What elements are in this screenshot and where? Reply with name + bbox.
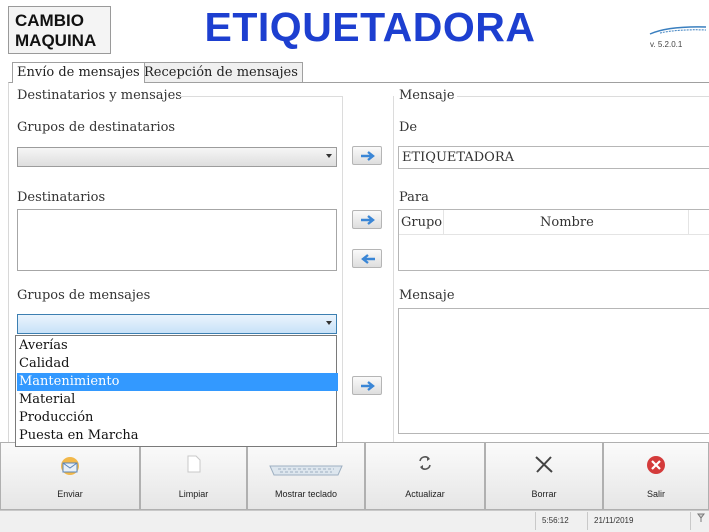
send-envelope-icon xyxy=(61,457,79,475)
network-icon xyxy=(690,512,709,530)
remove-recipient-button[interactable] xyxy=(352,249,382,268)
dropdown-option-mantenimiento[interactable]: Mantenimiento xyxy=(17,373,338,391)
group-border xyxy=(457,96,709,97)
message-groups-combobox[interactable] xyxy=(17,314,337,334)
recipients-group-title: Destinatarios y mensajes xyxy=(17,88,182,103)
add-recipient-button[interactable] xyxy=(352,210,382,229)
message-textarea[interactable] xyxy=(398,308,709,434)
change-machine-button[interactable]: CAMBIO MAQUINA xyxy=(8,6,111,54)
arrow-right-icon xyxy=(361,215,375,225)
group-border xyxy=(342,96,343,442)
arrow-right-icon xyxy=(361,381,375,391)
grid-header-border xyxy=(399,234,709,235)
message-label: Mensaje xyxy=(399,288,455,303)
chevron-down-icon xyxy=(326,321,332,325)
send-button-label: Enviar xyxy=(57,489,83,499)
group-border xyxy=(393,96,394,442)
tab-send-messages[interactable]: Envío de mensajes xyxy=(12,62,145,83)
from-label: De xyxy=(399,120,418,135)
dropdown-option-produccion[interactable]: Producción xyxy=(17,409,338,427)
recipient-groups-combobox[interactable] xyxy=(17,147,337,167)
refresh-button[interactable]: Actualizar xyxy=(365,442,485,510)
version-label: v. 5.2.0.1 xyxy=(650,40,683,49)
group-border xyxy=(180,96,342,97)
change-machine-line2: MAQUINA xyxy=(15,31,97,50)
dropdown-option-puesta-en-marcha[interactable]: Puesta en Marcha xyxy=(17,427,338,445)
dropdown-option-averias[interactable]: Averías xyxy=(17,337,338,355)
message-groups-label: Grupos de mensajes xyxy=(17,288,151,303)
to-label: Para xyxy=(399,190,429,205)
delete-x-icon xyxy=(535,456,553,473)
exit-button[interactable]: Salir xyxy=(603,442,709,510)
status-date: 21/11/2019 xyxy=(587,512,667,530)
chevron-down-icon xyxy=(326,154,332,158)
app-title: ETIQUETADORA xyxy=(204,4,536,50)
status-time: 5:56:12 xyxy=(535,512,587,530)
column-header-grupo[interactable]: Grupo xyxy=(401,215,442,230)
delete-button[interactable]: Borrar xyxy=(485,442,603,510)
exit-button-label: Salir xyxy=(646,489,665,499)
arrow-left-icon xyxy=(361,254,375,264)
refresh-button-label: Actualizar xyxy=(405,489,445,499)
add-message-button[interactable] xyxy=(352,376,382,395)
recipient-groups-label: Grupos de destinatarios xyxy=(17,120,176,135)
tab-receive-messages[interactable]: Recepción de mensajes xyxy=(139,62,303,82)
message-group-title: Mensaje xyxy=(399,88,455,103)
show-keyboard-label: Mostrar teclado xyxy=(274,489,338,499)
dropdown-option-calidad[interactable]: Calidad xyxy=(17,355,338,373)
send-button[interactable]: Enviar xyxy=(0,442,140,510)
delete-button-label: Borrar xyxy=(531,489,557,499)
column-divider xyxy=(443,210,444,234)
clear-button[interactable]: Limpiar xyxy=(140,442,247,510)
change-machine-line1: CAMBIO xyxy=(15,11,84,30)
clear-button-label: Limpiar xyxy=(178,489,209,499)
recipients-label: Destinatarios xyxy=(17,190,106,205)
show-keyboard-button[interactable]: Mostrar teclado xyxy=(247,442,365,510)
exit-red-x-icon xyxy=(647,456,665,474)
add-recipient-group-button[interactable] xyxy=(352,146,382,165)
recipients-list[interactable] xyxy=(17,209,337,271)
keyboard-icon xyxy=(269,465,343,476)
blank-page-icon xyxy=(187,455,200,473)
refresh-icon xyxy=(419,456,431,470)
from-field[interactable]: ETIQUETADORA xyxy=(398,146,709,169)
dropdown-option-material[interactable]: Material xyxy=(17,391,338,409)
column-header-nombre[interactable]: Nombre xyxy=(540,215,594,230)
column-divider xyxy=(688,210,689,234)
message-groups-dropdown: Averías Calidad Mantenimiento Material P… xyxy=(15,335,338,447)
arrow-right-icon xyxy=(361,151,375,161)
company-logo-icon xyxy=(648,20,708,40)
